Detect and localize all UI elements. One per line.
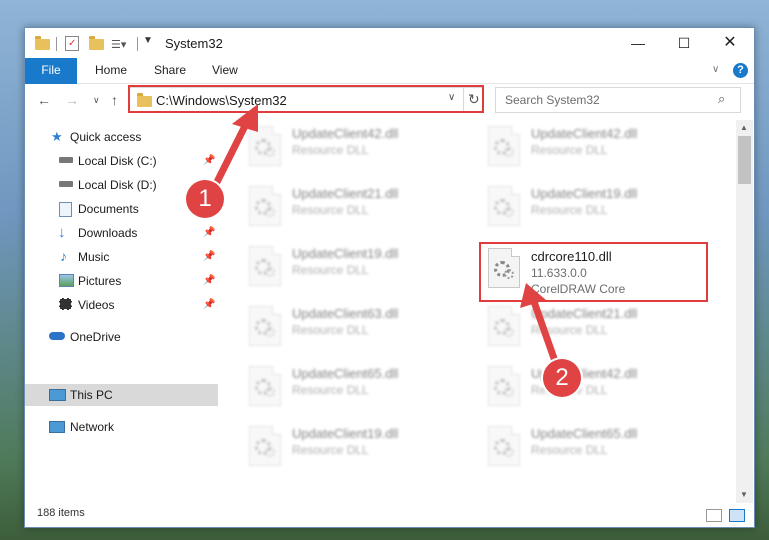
annotation-badge-2: 2 bbox=[543, 359, 581, 397]
arrow-2-shaft bbox=[528, 292, 560, 368]
annotation-badge-1: 1 bbox=[186, 180, 224, 218]
arrow-1-shaft bbox=[208, 116, 252, 196]
arrow-1-head bbox=[232, 104, 258, 132]
annotation-arrows bbox=[208, 104, 560, 368]
